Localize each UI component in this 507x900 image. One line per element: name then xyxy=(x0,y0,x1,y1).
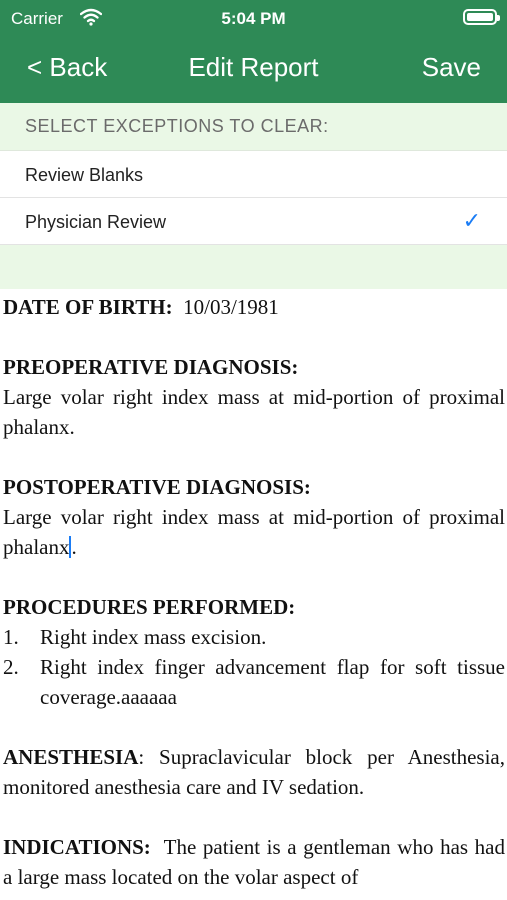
anesthesia-label: ANESTHESIA xyxy=(3,745,139,769)
indications-paragraph: INDICATIONS: The patient is a gentleman … xyxy=(3,832,505,892)
exception-label: Review Blanks xyxy=(25,165,144,185)
status-bar: Carrier 5:04 PM xyxy=(0,0,507,36)
postop-text: Large volar right index mass at mid-port… xyxy=(3,505,505,559)
exceptions-header-label: SELECT EXCEPTIONS TO CLEAR: xyxy=(25,116,329,136)
navigation-header: Carrier 5:04 PM < Back Edit Report Save xyxy=(0,0,507,103)
exception-review-blanks[interactable]: Review Blanks xyxy=(0,151,507,198)
dob-value: 10/03/1981 xyxy=(183,295,279,319)
procedure-text: Right index mass excision. xyxy=(40,625,267,649)
save-button[interactable]: Save xyxy=(422,52,481,83)
exceptions-section-header: SELECT EXCEPTIONS TO CLEAR: xyxy=(0,103,507,151)
procedure-item: 1. Right index mass excision. xyxy=(3,622,505,652)
preop-heading: PREOPERATIVE DIAGNOSIS: xyxy=(3,355,299,379)
procedures-heading: PROCEDURES PERFORMED: xyxy=(3,595,296,619)
indications-label: INDICATIONS: xyxy=(3,835,151,859)
section-spacer xyxy=(0,245,507,289)
clock: 5:04 PM xyxy=(221,9,286,28)
postop-heading: POSTOPERATIVE DIAGNOSIS: xyxy=(3,475,311,499)
exception-label: Physician Review xyxy=(25,212,167,232)
report-text-editor[interactable]: DATE OF BIRTH: 10/03/1981 PREOPERATIVE D… xyxy=(3,289,505,900)
postop-text-end: . xyxy=(71,535,77,559)
procedure-text: Right index finger advancement flap for … xyxy=(40,655,505,709)
dob-label: DATE OF BIRTH: xyxy=(3,295,173,319)
procedure-item: 2. Right index finger advancement flap f… xyxy=(3,652,505,712)
battery-fill xyxy=(467,13,493,21)
anesthesia-paragraph: ANESTHESIA: Supraclavicular block per An… xyxy=(3,742,505,802)
exception-physician-review[interactable]: Physician Review ✓ xyxy=(0,198,507,245)
dob-line: DATE OF BIRTH: 10/03/1981 xyxy=(3,292,505,322)
preop-text: Large volar right index mass at mid-port… xyxy=(3,385,505,439)
procedure-number: 1. xyxy=(3,625,19,649)
procedure-number: 2. xyxy=(3,655,19,679)
nav-bar: < Back Edit Report Save xyxy=(0,50,507,88)
checkmark-icon: ✓ xyxy=(462,208,481,233)
battery-icon xyxy=(463,9,500,25)
postop-paragraph: Large volar right index mass at mid-port… xyxy=(3,502,505,562)
